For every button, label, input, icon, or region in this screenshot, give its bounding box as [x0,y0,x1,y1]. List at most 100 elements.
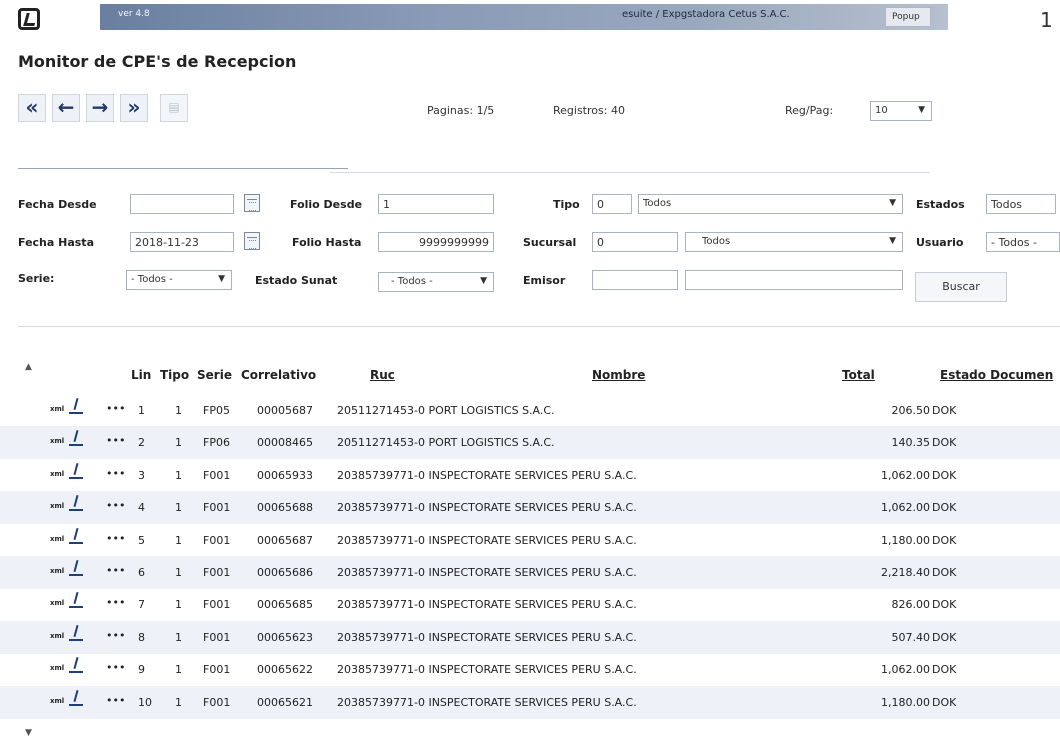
cell-total: 826.00 [891,598,931,612]
cell-estado: DOK [932,566,957,579]
pdf-icon[interactable] [67,657,85,677]
prev-page-button[interactable]: ← [52,94,80,122]
col-serie[interactable]: Serie [197,368,232,382]
pdf-icon[interactable] [67,528,85,548]
calendar-icon[interactable] [244,194,260,212]
calendar-icon[interactable] [244,232,260,250]
pdf-icon[interactable] [67,625,85,645]
cell-lin: 10 [138,695,152,709]
col-lin[interactable]: Lin [131,368,151,382]
xml-icon[interactable]: xml [50,697,64,705]
table-row[interactable]: xml ••• 9 1 F001 00065622 20385739771-0 INSPEC… [0,653,1060,686]
pdf-icon[interactable] [67,430,85,450]
page-title: Monitor de CPE's de Recepcion [18,52,297,71]
first-page-button[interactable]: « [18,94,46,122]
app-logo-icon[interactable] [18,8,40,30]
table-row[interactable]: xml ••• 2 1 FP06 00008465 20511271453-0 PORT L… [0,426,1060,460]
cell-tipo: 1 [175,533,182,547]
xml-icon[interactable]: xml [50,599,64,607]
serie-label: Serie: [18,272,55,285]
reg-pag-select[interactable]: 10 ▼ [870,101,932,121]
table-row[interactable]: xml ••• 10 1 F001 00065621 20385739771-0 INSPE… [0,685,1060,719]
more-options-icon[interactable]: ••• [106,402,125,415]
pdf-icon[interactable] [67,463,85,483]
col-ruc[interactable]: Ruc [370,368,395,382]
popup-button[interactable]: Popup [885,7,931,27]
xml-icon[interactable]: xml [50,632,64,640]
cell-ruc-nombre: 20511271453-0 PORT LOGISTICS S.A.C. [337,404,555,417]
export-icon[interactable]: ▤ [160,94,188,122]
pdf-icon[interactable] [67,592,85,612]
cell-serie: F001 [203,630,231,644]
estado-sunat-select[interactable]: - Todos - ▼ [378,272,494,292]
last-page-button[interactable]: » [120,94,148,122]
fecha-desde-input[interactable] [130,194,234,214]
more-options-icon[interactable]: ••• [106,564,125,577]
header-band [100,4,948,30]
table-row[interactable]: xml ••• 7 1 F001 00065685 20385739771-0 INSPEC… [0,588,1060,621]
cell-ruc-nombre: 20385739771-0 INSPECTORATE SERVICES PERU… [337,468,637,482]
col-total[interactable]: Total [842,368,875,382]
cell-serie: F001 [203,533,231,547]
more-options-icon[interactable]: ••• [106,467,125,480]
col-nombre[interactable]: Nombre [592,368,645,382]
xml-icon[interactable]: xml [50,664,64,672]
cell-estado: DOK [932,533,957,547]
more-options-icon[interactable]: ••• [106,694,125,707]
cell-total: 2,218.40 [881,566,930,579]
cell-serie: FP06 [203,436,230,450]
xml-icon[interactable]: xml [50,502,64,510]
folio-hasta-label: Folio Hasta [292,236,362,249]
more-options-icon[interactable]: ••• [106,629,125,642]
xml-icon[interactable]: xml [50,437,64,445]
cell-serie: F001 [203,566,231,579]
xml-icon[interactable]: xml [50,567,64,575]
scroll-down-icon[interactable]: ▼ [25,728,32,738]
next-page-button[interactable]: → [86,94,114,122]
more-options-icon[interactable]: ••• [106,596,125,609]
table-row[interactable]: xml ••• 5 1 F001 00065687 20385739771-0 INSPEC… [0,524,1060,557]
more-options-icon[interactable]: ••• [106,661,125,674]
table-row[interactable]: xml ••• 4 1 F001 00065688 20385739771-0 INSPEC… [0,491,1060,525]
pdf-icon[interactable] [67,560,85,580]
table-row[interactable]: xml ••• 6 1 F001 00065686 20385739771-0 INSPEC… [0,556,1060,589]
cell-ruc-nombre: 20385739771-0 INSPECTORATE SERVICES PERU… [337,630,637,644]
buscar-button[interactable]: Buscar [915,272,1007,302]
more-options-icon[interactable]: ••• [106,434,125,447]
xml-icon[interactable]: xml [50,405,64,413]
xml-icon[interactable]: xml [50,470,64,478]
serie-select[interactable]: - Todos - ▼ [126,270,232,290]
tipo-select[interactable]: Todos ▼ [638,194,903,214]
pdf-icon[interactable] [67,398,85,418]
more-options-icon[interactable]: ••• [106,499,125,512]
cell-total: 1,180.00 [881,695,930,709]
cell-serie: F001 [203,501,231,515]
cell-tipo: 1 [175,566,182,579]
table-row[interactable]: xml ••• 8 1 F001 00065623 20385739771-0 INSPEC… [0,620,1060,654]
table-row[interactable]: xml ••• 1 1 FP05 00005687 20511271453-0 PORT L… [0,394,1060,427]
estado-sunat-label: Estado Sunat [255,274,338,287]
col-tipo[interactable]: Tipo [160,368,189,382]
pdf-icon[interactable] [67,690,85,710]
tipo-code-input[interactable]: 0 [592,194,632,214]
cell-ruc-nombre: 20385739771-0 INSPECTORATE SERVICES PERU… [337,695,637,709]
cell-estado: DOK [932,436,957,450]
folio-hasta-input[interactable]: 9999999999 [378,232,494,252]
folio-desde-input[interactable]: 1 [378,194,494,214]
xml-icon[interactable]: xml [50,535,64,543]
emisor-name-input[interactable] [685,270,903,290]
cell-tipo: 1 [175,501,182,515]
emisor-code-input[interactable] [592,270,678,290]
more-options-icon[interactable]: ••• [106,532,125,545]
sucursal-code-input[interactable]: 0 [592,232,678,252]
scroll-up-icon[interactable]: ▲ [25,362,32,372]
table-row[interactable]: xml ••• 3 1 F001 00065933 20385739771-0 INSPEC… [0,459,1060,492]
col-estado[interactable]: Estado Documen [940,368,1053,382]
pdf-icon[interactable] [67,495,85,515]
col-correlativo[interactable]: Correlativo [241,368,316,382]
estados-select[interactable]: Todos [986,194,1056,214]
sucursal-select[interactable]: Todos ▼ [685,232,903,252]
cell-tipo: 1 [175,630,182,644]
usuario-select[interactable]: - Todos - [986,232,1060,252]
fecha-hasta-input[interactable]: 2018-11-23 [130,232,234,252]
